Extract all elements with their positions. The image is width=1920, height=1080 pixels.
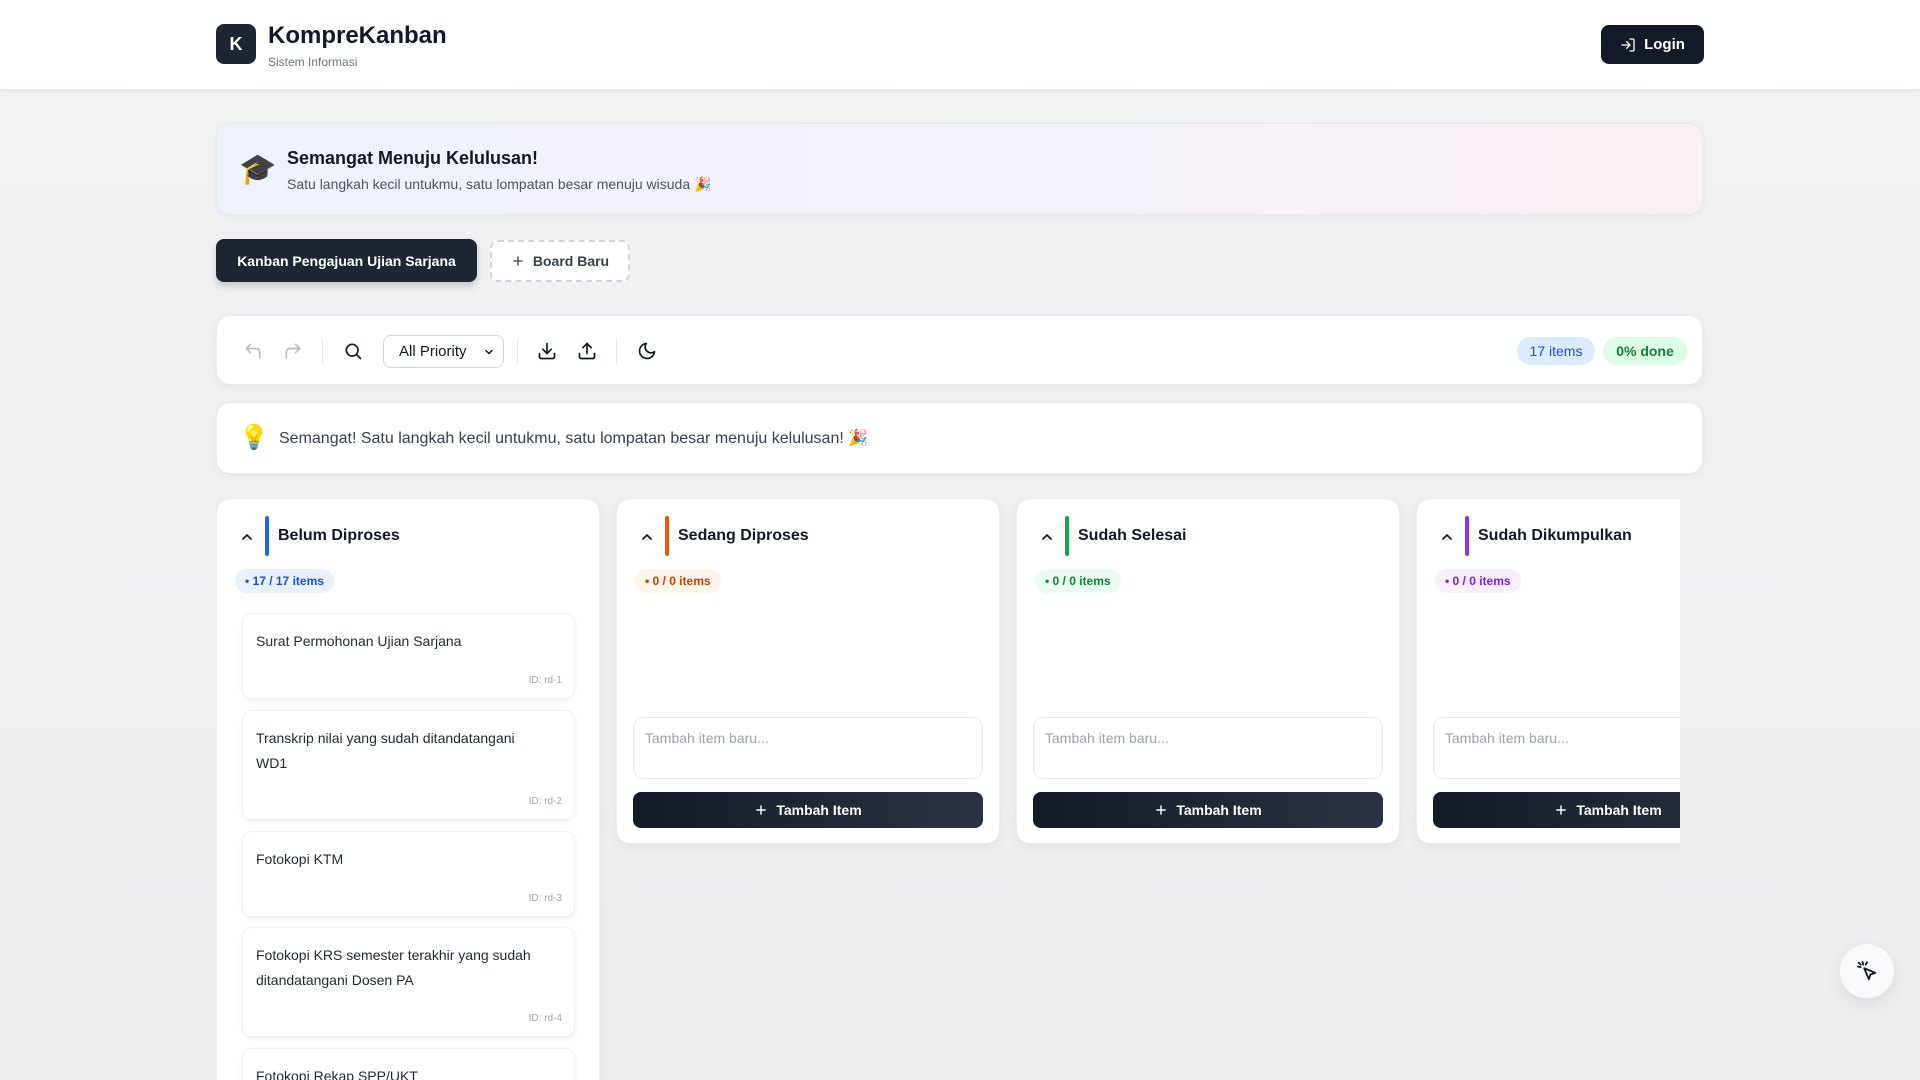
toolbar-divider [322, 338, 323, 364]
chevron-up-icon[interactable] [639, 529, 655, 545]
column-sudah-selesai: Sudah Selesai • 0 / 0 items Tambah Item [1016, 498, 1400, 844]
card-text: Fotokopi KTM [256, 851, 344, 867]
login-button[interactable]: Login [1601, 25, 1704, 64]
add-item-button[interactable]: Tambah Item [633, 792, 983, 828]
column-count-badge: • 0 / 0 items [635, 569, 721, 593]
plus-icon [513, 256, 523, 266]
assistant-fab-button[interactable] [1839, 943, 1895, 999]
search-icon [345, 343, 362, 360]
new-item-input[interactable] [633, 717, 983, 779]
tab-kanban-pengajuan[interactable]: Kanban Pengajuan Ujian Sarjana [216, 239, 477, 282]
add-item-label: Tambah Item [1176, 802, 1262, 818]
column-count-badge: • 0 / 0 items [1035, 569, 1121, 593]
lightbulb-icon: 💡 [239, 424, 269, 451]
card-text: Transkrip nilai yang sudah ditandatangan… [256, 730, 515, 771]
card-item[interactable]: Surat Permohonan Ujian Sarjana ID: rd-1 [242, 613, 575, 699]
login-label: Login [1644, 36, 1685, 53]
card-id: ID: rd-2 [528, 796, 562, 807]
dark-mode-toggle[interactable] [635, 339, 659, 363]
undo-icon [245, 343, 261, 359]
add-item-button[interactable]: Tambah Item [1033, 792, 1383, 828]
graduation-cap-icon: 🎓 [239, 153, 277, 186]
column-title: Sudah Selesai [1078, 527, 1187, 544]
done-percent-badge: 0% done [1603, 337, 1687, 365]
column-title: Sedang Diproses [678, 527, 809, 544]
plus-icon [756, 805, 767, 815]
download-icon [538, 342, 556, 360]
items-count-badge: 17 items [1517, 337, 1595, 365]
column-color-bar [265, 516, 269, 556]
logo-letter: K [229, 33, 243, 54]
column-count-badge: • 0 / 0 items [1435, 569, 1521, 593]
kanban-board: Belum Diproses • 17 / 17 items Surat Per… [216, 498, 1680, 1080]
priority-filter-select[interactable]: All Priority [383, 335, 504, 368]
card-text: Fotokopi Rekap SPP/UKT [256, 1068, 418, 1080]
column-belum-diproses: Belum Diproses • 17 / 17 items Surat Per… [216, 498, 600, 1080]
card-id: ID: rd-4 [528, 1013, 562, 1024]
tip-text: Semangat! Satu langkah kecil untukmu, sa… [279, 430, 869, 447]
search-button[interactable] [341, 339, 365, 363]
app-header: K KompreKanban Sistem Informasi Login [0, 0, 1920, 90]
cursor-sparkle-icon [1857, 961, 1877, 981]
redo-icon [285, 343, 301, 359]
card-item[interactable]: Fotokopi KTM ID: rd-3 [242, 831, 575, 917]
plus-icon [1156, 805, 1167, 815]
card-item[interactable]: Fotokopi KRS semester terakhir yang suda… [242, 927, 575, 1037]
chevron-up-icon[interactable] [239, 529, 255, 545]
new-item-input[interactable] [1033, 717, 1383, 779]
redo-button[interactable] [281, 339, 305, 363]
tip-banner: 💡 Semangat! Satu langkah kecil untukmu, … [216, 402, 1703, 474]
card-item[interactable]: Transkrip nilai yang sudah ditandatangan… [242, 710, 575, 820]
add-item-label: Tambah Item [776, 802, 862, 818]
column-sudah-dikumpulkan: Sudah Dikumpulkan • 0 / 0 items Tambah I… [1416, 498, 1680, 844]
card-id: ID: rd-1 [528, 675, 562, 686]
banner-subtitle: Satu langkah kecil untukmu, satu lompata… [287, 176, 712, 192]
card-text: Fotokopi KRS semester terakhir yang suda… [256, 947, 531, 988]
column-title: Sudah Dikumpulkan [1478, 527, 1632, 544]
app-subtitle: Sistem Informasi [268, 55, 358, 69]
add-item-button[interactable]: Tambah Item [1433, 792, 1680, 828]
new-board-button[interactable]: Board Baru [490, 240, 630, 282]
chevron-up-icon[interactable] [1439, 529, 1455, 545]
card-text: Surat Permohonan Ujian Sarjana [256, 633, 462, 649]
column-count-badge: • 17 / 17 items [235, 569, 334, 593]
column-title: Belum Diproses [278, 527, 400, 544]
toolbar-divider [517, 338, 518, 364]
app-title: KompreKanban [268, 22, 447, 49]
board-toolbar: All Priority 17 items 0% done [216, 315, 1703, 385]
login-icon [1621, 37, 1635, 52]
column-color-bar [1465, 516, 1469, 556]
card-item[interactable]: Fotokopi Rekap SPP/UKT [242, 1048, 575, 1080]
upload-button[interactable] [575, 339, 599, 363]
priority-selected-value: All Priority [399, 343, 467, 360]
plus-icon [1556, 805, 1567, 815]
card-id: ID: rd-3 [528, 893, 562, 904]
moon-icon [638, 342, 656, 360]
toolbar-divider [616, 338, 617, 364]
chevron-down-icon [485, 349, 493, 354]
app-logo: K [216, 24, 256, 64]
new-board-label: Board Baru [532, 253, 610, 269]
undo-button[interactable] [241, 339, 265, 363]
upload-icon [578, 342, 596, 360]
banner-title: Semangat Menuju Kelulusan! [287, 148, 539, 168]
column-color-bar [665, 516, 669, 556]
download-button[interactable] [535, 339, 559, 363]
column-sedang-diproses: Sedang Diproses • 0 / 0 items Tambah Ite… [616, 498, 1000, 844]
motivation-banner: 🎓 Semangat Menuju Kelulusan! Satu langka… [216, 123, 1703, 215]
new-item-input[interactable] [1433, 717, 1680, 779]
column-color-bar [1065, 516, 1069, 556]
chevron-up-icon[interactable] [1039, 529, 1055, 545]
add-item-label: Tambah Item [1576, 802, 1662, 818]
